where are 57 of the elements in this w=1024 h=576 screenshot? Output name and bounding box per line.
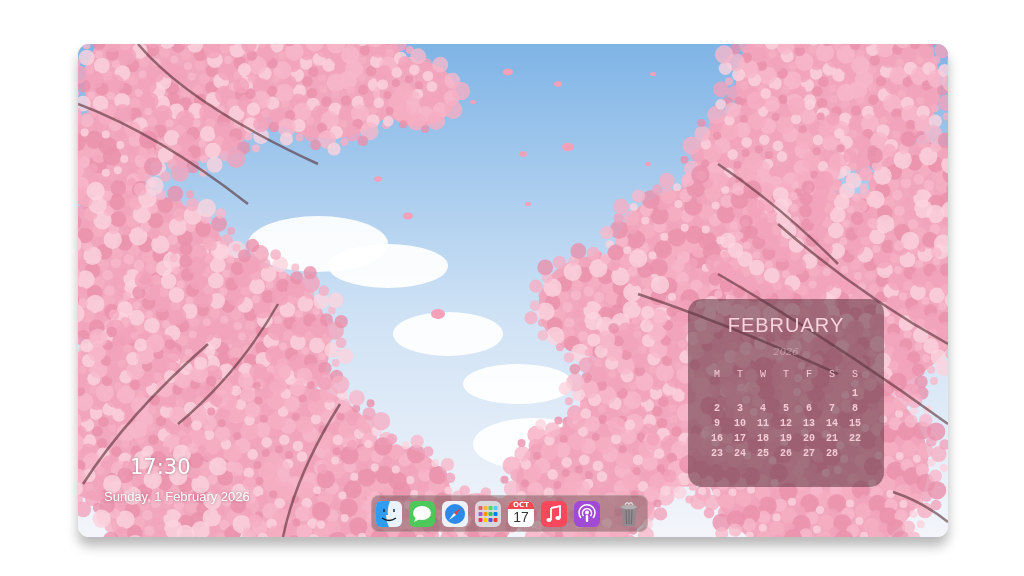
calendar-day: 20 — [803, 433, 815, 444]
app-grid-icon[interactable] — [475, 500, 501, 527]
weekday-label: M — [714, 368, 720, 382]
calendar-day: 15 — [849, 418, 861, 429]
calendar-day: 19 — [780, 433, 792, 444]
falling-petal — [470, 99, 476, 105]
falling-petal — [525, 201, 531, 207]
weekday-label: F — [806, 368, 812, 382]
calendar-day: 23 — [711, 448, 723, 459]
weekday-label: S — [852, 368, 858, 382]
calendar-day: 16 — [711, 433, 723, 444]
calendar-day: 21 — [826, 433, 838, 444]
calendar-day: 18 — [757, 433, 769, 444]
tree-branch — [892, 490, 948, 523]
falling-petal — [562, 142, 574, 152]
calendar-day: 2 — [714, 403, 720, 414]
calendar-day: 22 — [849, 433, 861, 444]
calendar-day: 24 — [734, 448, 746, 459]
calendar-day: 12 — [780, 418, 792, 429]
calendar-day: 27 — [803, 448, 815, 459]
calendar-day: 13 — [803, 418, 815, 429]
calendar-day: 5 — [783, 403, 789, 414]
podcast-icon[interactable] — [574, 500, 600, 527]
falling-petal — [503, 68, 513, 76]
calendar-day: 28 — [826, 448, 838, 459]
falling-petal — [554, 81, 562, 87]
clock-date: Sunday, 1 February 2026 — [104, 488, 250, 505]
weekday-label: W — [760, 368, 766, 382]
smiling-face-icon[interactable] — [376, 500, 402, 527]
compass-icon[interactable] — [442, 500, 468, 527]
calendar-day: 4 — [760, 403, 766, 414]
month-title: FEBRUARY — [727, 313, 845, 337]
falling-petal — [431, 309, 445, 319]
calendar-day: 14 — [826, 418, 838, 429]
calendar-day: 26 — [780, 448, 792, 459]
calendar-day: 10 — [734, 418, 746, 429]
calendar-day: 3 — [737, 403, 743, 414]
falling-petal — [374, 176, 382, 182]
calendar-day: 9 — [714, 418, 720, 429]
calendar-day: 1 — [852, 388, 858, 399]
falling-petal — [645, 161, 651, 167]
calendar-day: 6 — [806, 403, 812, 414]
calendar-day: 7 — [829, 403, 835, 414]
weekday-label: T — [737, 368, 743, 382]
falling-petal — [650, 71, 656, 77]
calendar-day: 17 — [734, 433, 746, 444]
music-note-icon[interactable] — [541, 500, 567, 527]
weekday-label: S — [829, 368, 835, 382]
falling-petal — [403, 212, 413, 220]
weekday-label: T — [783, 368, 789, 382]
calendar-day: 11 — [757, 418, 769, 429]
calendar-day: 8 — [852, 403, 858, 414]
clock-time: 17:30 — [130, 454, 191, 480]
calendar-day: 25 — [757, 448, 769, 459]
calendar-icon-day: 17 — [513, 508, 529, 526]
falling-petal — [519, 151, 527, 157]
speech-bubble-icon[interactable] — [409, 500, 435, 527]
